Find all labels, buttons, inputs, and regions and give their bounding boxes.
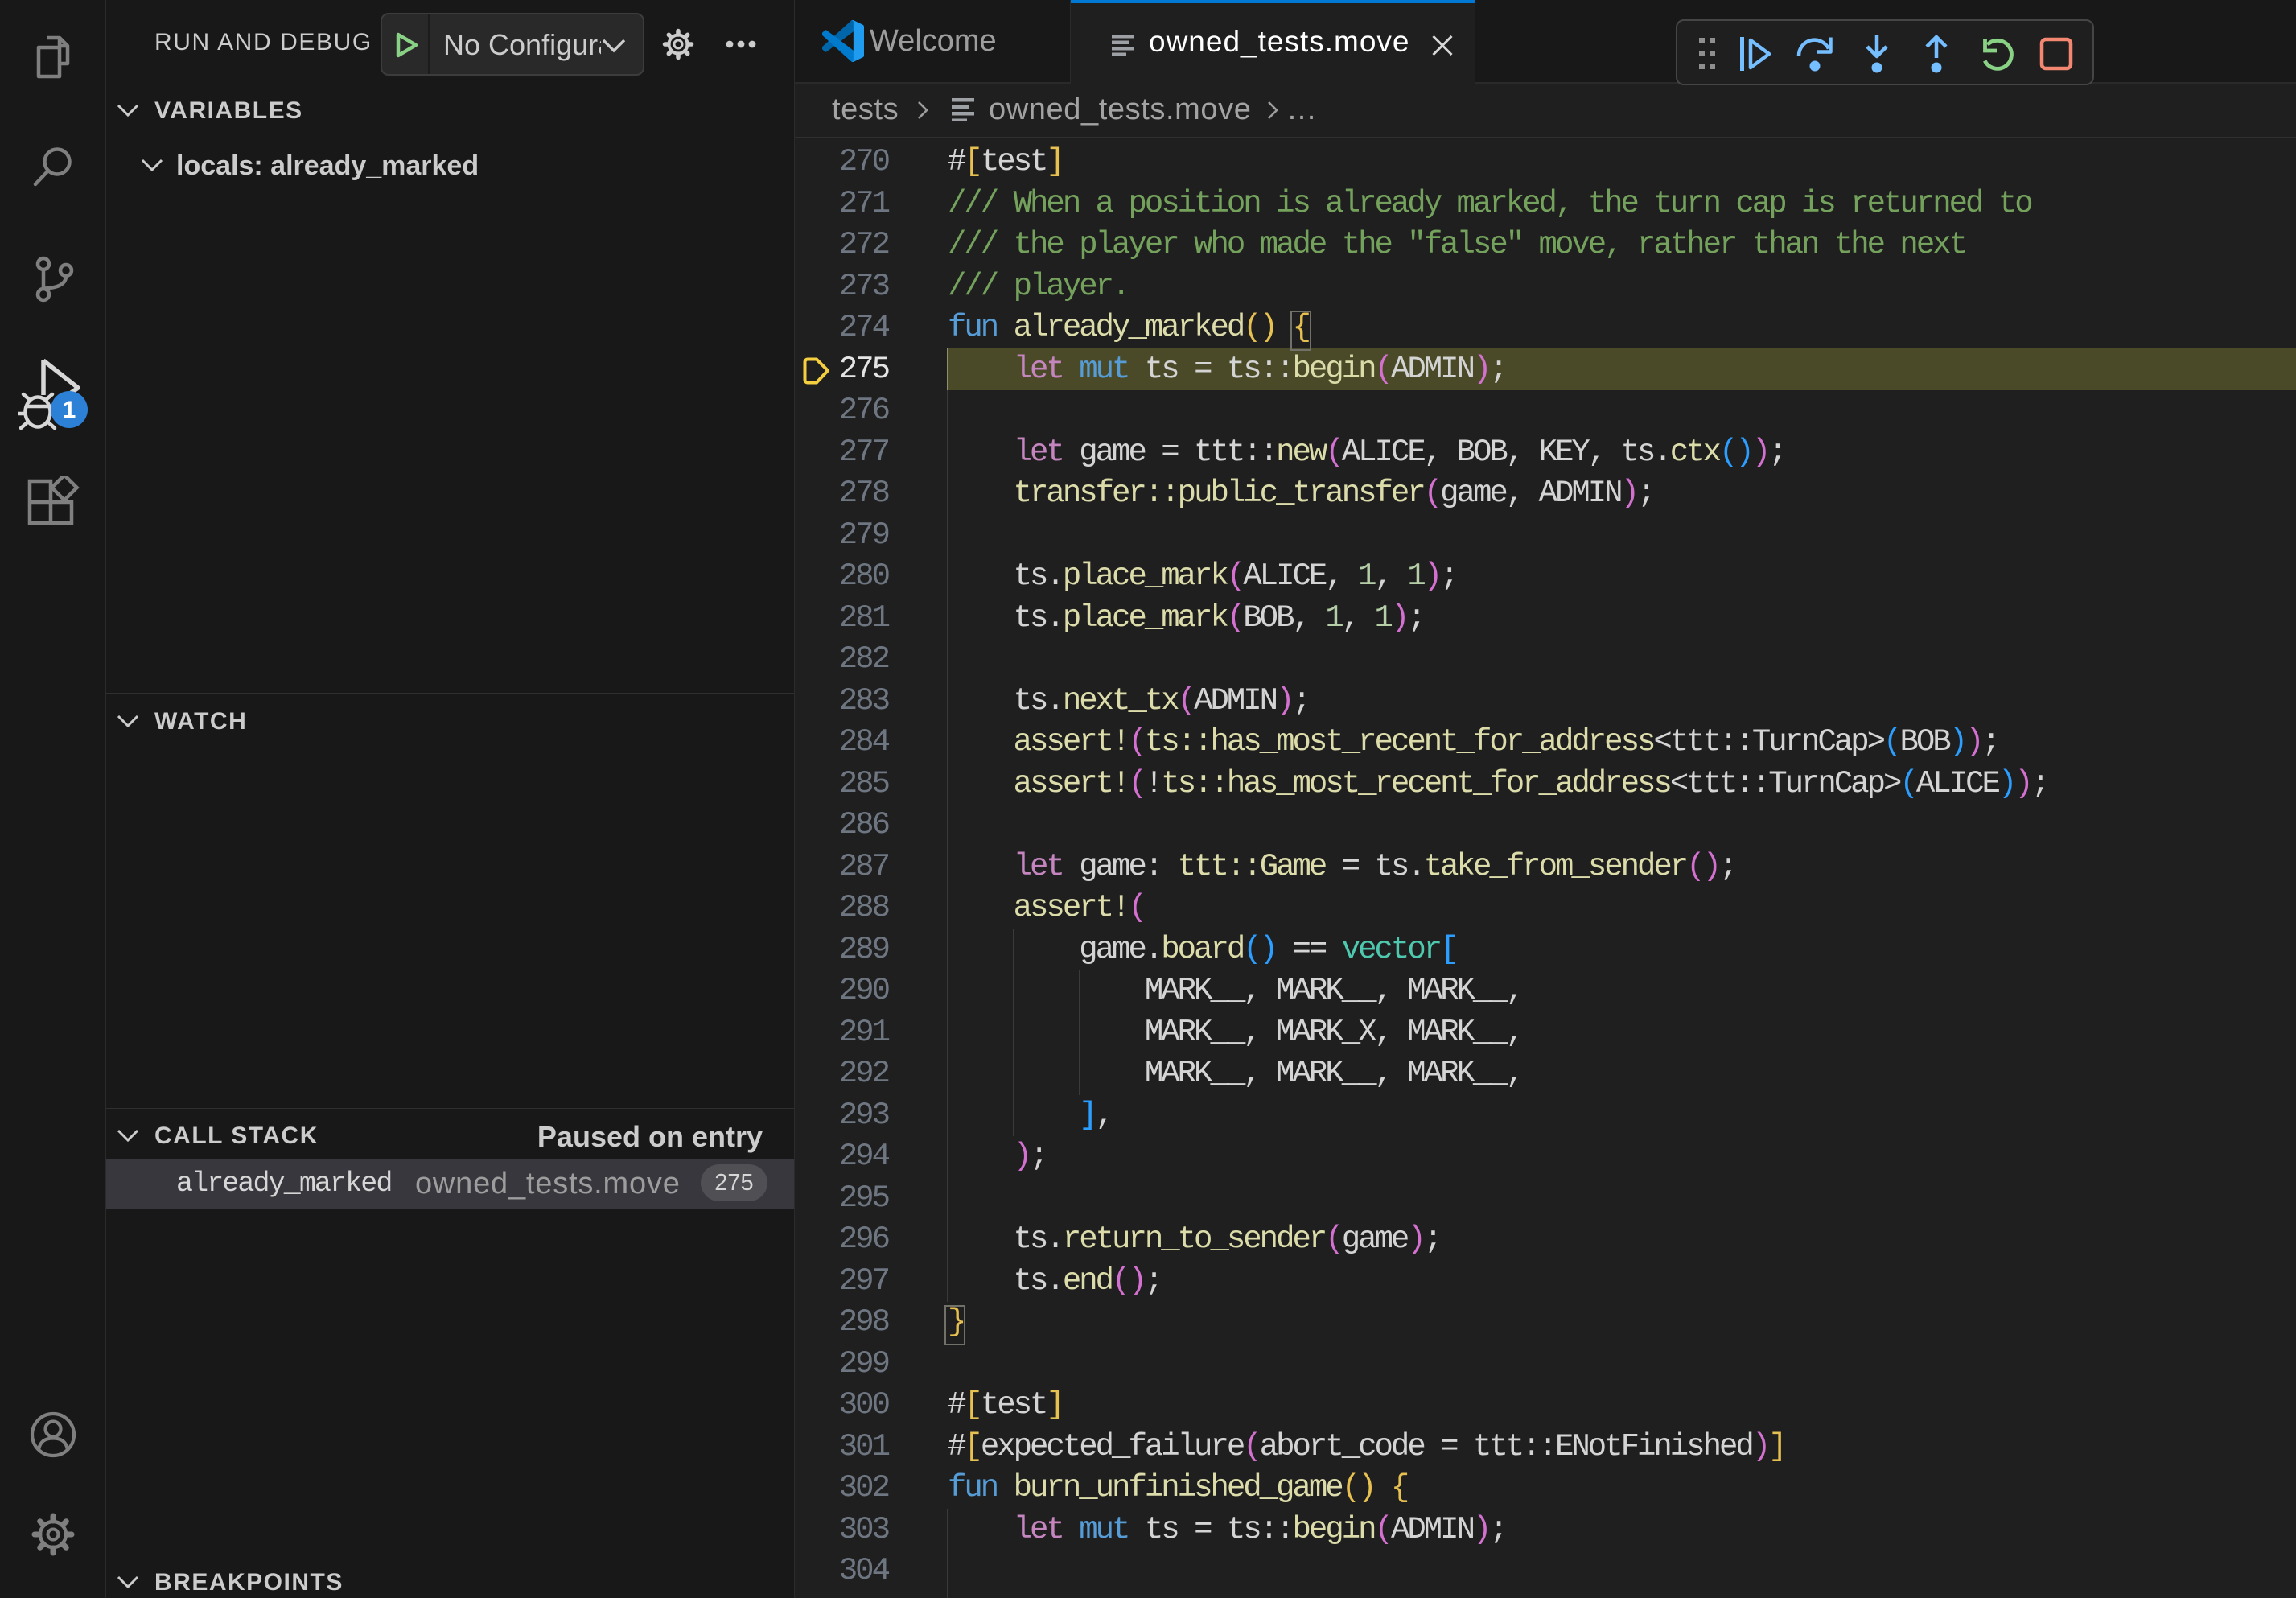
- svg-text:1: 1: [63, 397, 76, 423]
